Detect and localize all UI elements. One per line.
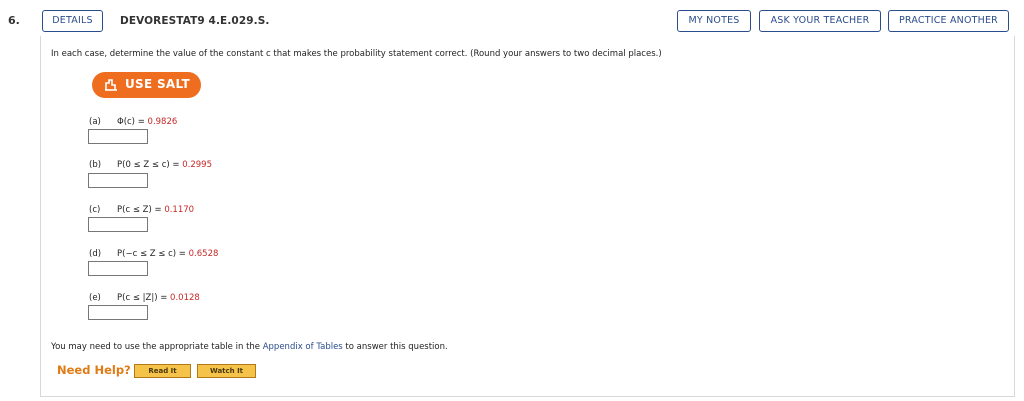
table-note-after: to answer this question. <box>342 342 448 352</box>
answer-input-c[interactable] <box>88 217 148 232</box>
salt-chart-icon <box>105 79 117 91</box>
part-value: 0.9826 <box>147 117 178 127</box>
part-expression: P(−c ≤ Z ≤ c) = <box>117 249 189 259</box>
table-note-before: You may need to use the appropriate tabl… <box>51 342 263 352</box>
part-c: (c) P(c ≤ Z) = 0.1170 <box>89 205 194 215</box>
part-expression: P(0 ≤ Z ≤ c) = <box>117 160 183 170</box>
part-a: (a) Φ(c) = 0.9826 <box>89 117 177 127</box>
part-e: (e) P(c ≤ |Z|) = 0.0128 <box>89 293 200 303</box>
part-expression: P(c ≤ Z) = <box>117 205 165 215</box>
use-salt-label: USE SALT <box>125 77 190 91</box>
watch-it-button[interactable]: Watch It <box>197 364 256 378</box>
part-expression: Φ(c) = <box>117 117 148 127</box>
ask-teacher-button[interactable]: ASK YOUR TEACHER <box>759 10 881 32</box>
answer-input-e[interactable] <box>88 305 148 320</box>
appendix-link[interactable]: Appendix of Tables <box>263 342 343 352</box>
part-value: 0.2995 <box>182 160 212 170</box>
practice-another-button[interactable]: PRACTICE ANOTHER <box>888 10 1009 32</box>
my-notes-button[interactable]: MY NOTES <box>677 10 751 32</box>
part-label: (e) <box>89 293 101 303</box>
details-button[interactable]: DETAILS <box>42 10 103 32</box>
question-number: 6. <box>8 14 20 27</box>
part-b: (b) P(0 ≤ Z ≤ c) = 0.2995 <box>89 160 212 170</box>
part-expression: P(c ≤ |Z|) = <box>117 293 171 303</box>
table-note: You may need to use the appropriate tabl… <box>51 342 448 352</box>
part-label: (d) <box>89 249 102 259</box>
instructions-text: In each case, determine the value of the… <box>51 49 662 59</box>
read-it-button[interactable]: Read It <box>134 364 191 378</box>
answer-input-b[interactable] <box>88 173 148 188</box>
part-label: (b) <box>89 160 102 170</box>
part-value: 0.1170 <box>164 205 195 215</box>
question-code: DEVORESTAT9 4.E.029.S. <box>120 15 270 27</box>
part-value: 0.6528 <box>188 249 219 259</box>
part-d: (d) P(−c ≤ Z ≤ c) = 0.6528 <box>89 249 218 259</box>
answer-input-d[interactable] <box>88 261 148 276</box>
use-salt-button[interactable]: USE SALT <box>92 72 201 98</box>
need-help-label: Need Help? <box>57 363 131 377</box>
part-label: (c) <box>89 205 101 215</box>
part-value: 0.0128 <box>170 293 200 303</box>
part-label: (a) <box>89 117 101 127</box>
answer-input-a[interactable] <box>88 129 148 144</box>
